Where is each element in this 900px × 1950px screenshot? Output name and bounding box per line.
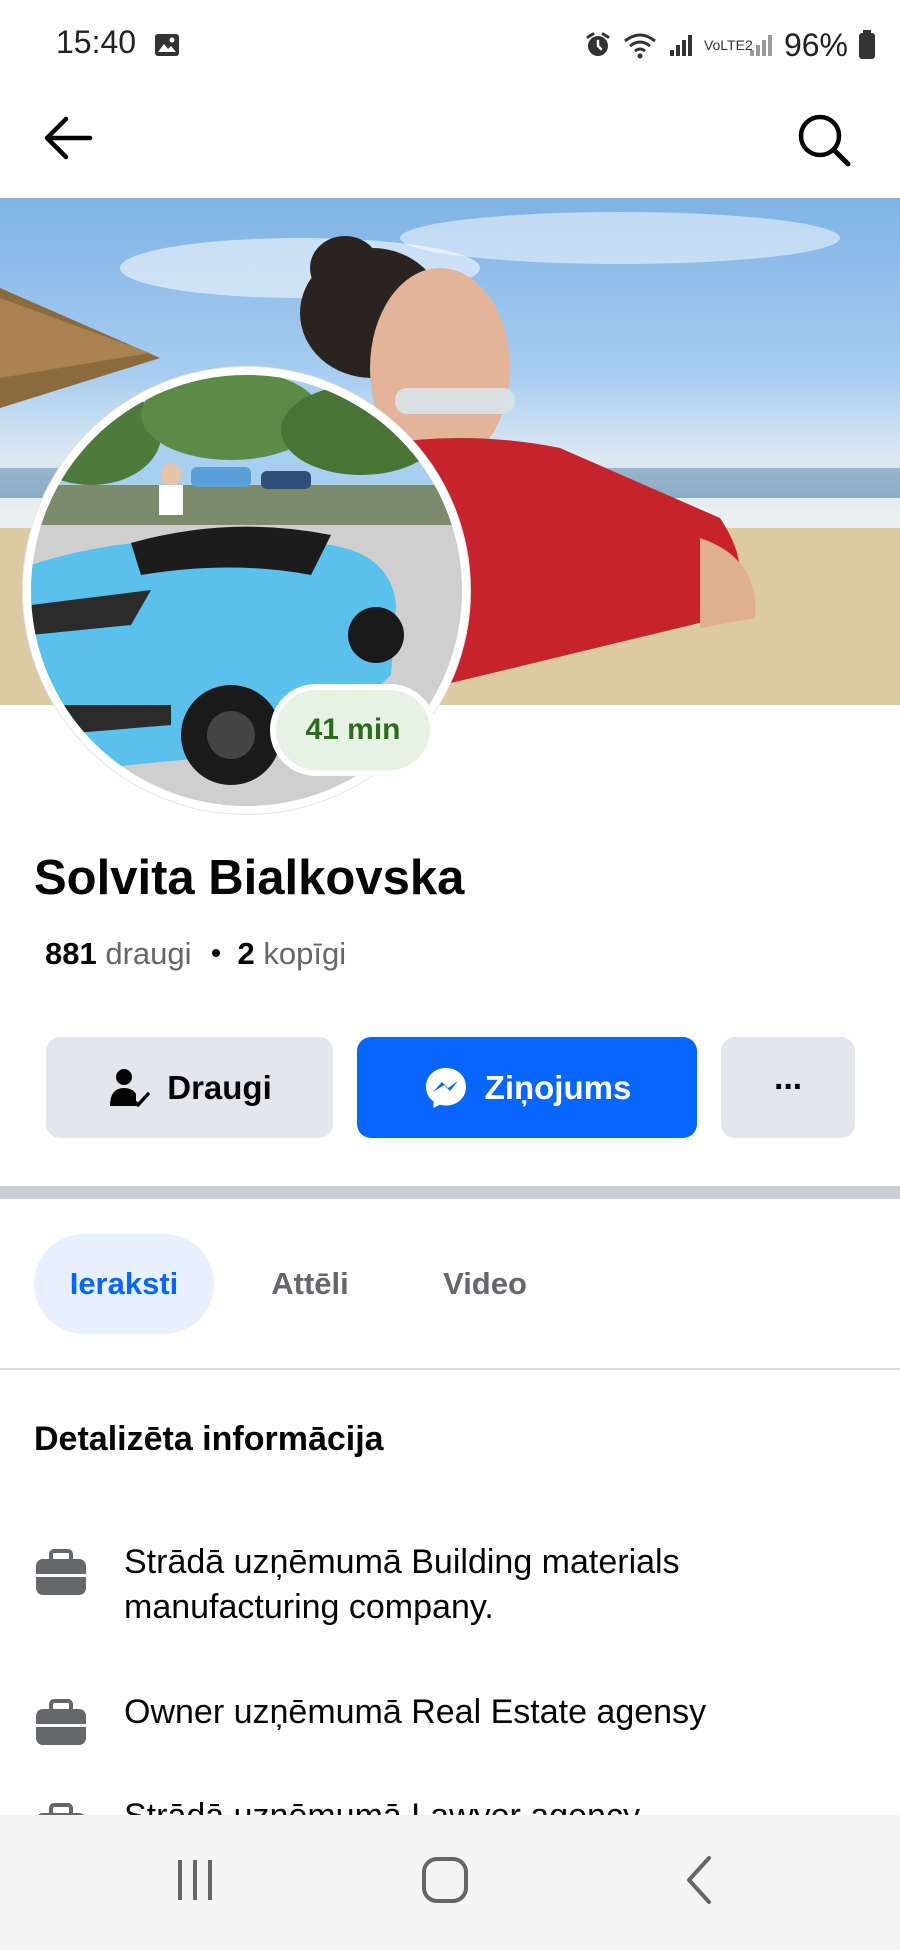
wifi-icon: [624, 33, 656, 59]
search-button[interactable]: [786, 102, 862, 178]
detail-text: Strādā uzņēmumā Building materials manuf…: [124, 1543, 680, 1626]
friend-check-icon: [110, 1068, 150, 1107]
friends-label: draugi: [105, 936, 192, 971]
nav-back-button[interactable]: [655, 1840, 745, 1920]
tab-posts[interactable]: Ieraksti: [34, 1234, 214, 1334]
back-button[interactable]: [30, 100, 106, 176]
friends-summary[interactable]: 881 draugi 2 kopīgi: [45, 936, 346, 972]
detail-item: Strādā uzņēmumā Building materials manuf…: [34, 1540, 854, 1630]
detail-text: Owner uzņēmumā Real Estate agensy: [124, 1693, 707, 1731]
briefcase-icon: [36, 1549, 86, 1595]
network-label: VoLTE2: [703, 37, 753, 53]
gallery-icon: [155, 34, 179, 56]
messenger-icon: [425, 1067, 466, 1108]
tabs-divider: [0, 1368, 900, 1370]
friends-button[interactable]: Draugi: [46, 1037, 333, 1138]
battery-percent: 96%: [783, 26, 848, 63]
mutual-label: kopīgi: [263, 936, 347, 971]
tab-video[interactable]: Video: [410, 1234, 560, 1334]
status-time: 15:40: [56, 24, 137, 60]
message-button-label: Ziņojums: [484, 1068, 632, 1106]
more-icon: ···: [774, 1068, 804, 1106]
home-button[interactable]: [400, 1840, 490, 1920]
recent-apps-button[interactable]: [150, 1840, 240, 1920]
alarm-icon: [586, 32, 610, 56]
app-bar: [0, 92, 900, 198]
signal-icon-2: [749, 35, 772, 56]
details-title: Detalizēta informācija: [34, 1420, 384, 1458]
mutual-count: 2: [237, 936, 255, 971]
status-icons: VoLTE2 96%: [584, 22, 876, 68]
nav-back-icon: [687, 1856, 711, 1904]
friends-count: 881: [45, 936, 97, 971]
detail-item: Owner uzņēmumā Real Estate agensy: [34, 1690, 854, 1748]
separator-dot: [211, 949, 220, 958]
signal-icon: [669, 35, 692, 56]
tab-photos[interactable]: Attēli: [240, 1234, 380, 1334]
arrow-left-icon: [44, 116, 93, 160]
section-divider: [0, 1186, 900, 1199]
message-button[interactable]: Ziņojums: [357, 1037, 697, 1138]
recent-apps-icon: [178, 1860, 212, 1900]
profile-name: Solvita Bialkovska: [34, 851, 465, 905]
active-time-badge: 41 min: [276, 690, 430, 770]
battery-icon: [859, 30, 875, 59]
more-options-button[interactable]: ···: [721, 1037, 855, 1138]
search-icon: [798, 114, 851, 167]
briefcase-icon: [36, 1699, 86, 1745]
home-icon: [422, 1857, 468, 1903]
friends-button-label: Draugi: [167, 1068, 272, 1106]
